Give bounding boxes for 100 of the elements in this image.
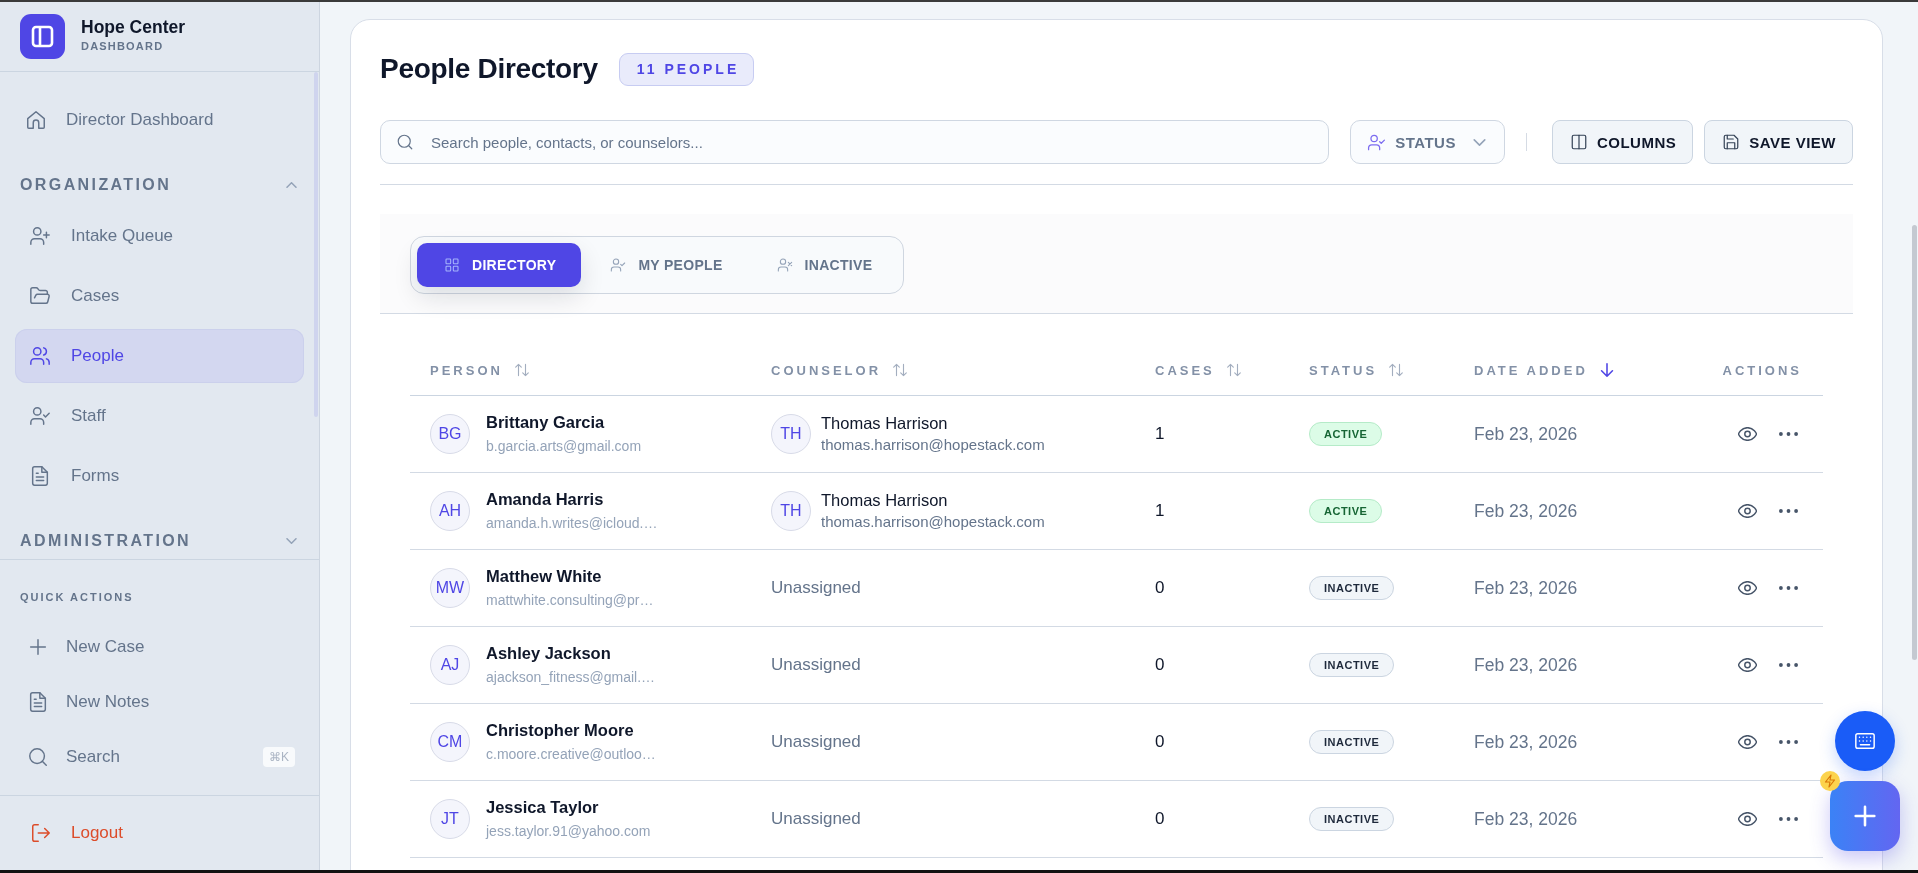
scrollbar[interactable]: [1912, 225, 1917, 660]
column-header[interactable]: COUNSELOR: [751, 362, 1135, 378]
column-header: ACTIONS: [1721, 362, 1803, 378]
counselor-text: Unassigned: [771, 809, 861, 829]
home-icon: [25, 109, 47, 131]
section-toggle[interactable]: ORGANIZATION: [20, 173, 297, 197]
section-toggle[interactable]: ADMINISTRATION: [20, 529, 297, 553]
ellipsis-icon: [1779, 509, 1798, 513]
logout-icon: [30, 822, 52, 844]
user-check-icon: [1367, 132, 1387, 152]
user-check-icon: [29, 405, 51, 427]
counselor-email: thomas.harrison@hopestack.com: [821, 512, 1045, 532]
quick-action[interactable]: New Case: [15, 624, 304, 669]
view-button[interactable]: [1738, 578, 1757, 598]
initials-avatar: AJ: [430, 645, 470, 685]
folder-icon: [29, 285, 51, 307]
case-count: 1: [1155, 501, 1165, 521]
search-icon: [396, 133, 414, 151]
document-icon: [29, 465, 51, 487]
status-tag: INACTIVE: [1309, 730, 1395, 754]
status-filter-dropdown[interactable]: STATUS: [1350, 120, 1505, 164]
view-tab[interactable]: DIRECTORY: [417, 243, 582, 287]
status-tag: INACTIVE: [1309, 576, 1395, 600]
date-added: Feb 23, 2026: [1474, 500, 1578, 522]
nav-item[interactable]: Director Dashboard: [15, 93, 304, 147]
view-button[interactable]: [1738, 732, 1757, 752]
eye-icon: [1738, 658, 1757, 672]
counselor-text: Unassigned: [771, 732, 861, 752]
date-added: Feb 23, 2026: [1474, 577, 1578, 599]
quick-action[interactable]: Search ⌘K: [15, 734, 304, 779]
user-x-icon: [776, 257, 793, 273]
ellipsis-icon: [1779, 817, 1798, 821]
ellipsis-icon: [1779, 663, 1798, 667]
eye-icon: [1738, 581, 1757, 595]
arrow-down-icon: [1599, 363, 1614, 377]
keyboard-icon: [1854, 730, 1876, 752]
quick-action[interactable]: New Notes: [15, 679, 304, 724]
view-tab[interactable]: MY PEOPLE: [583, 243, 748, 287]
shortcut-hint: ⌘K: [263, 746, 295, 767]
count-badge: 11 PEOPLE: [618, 52, 755, 86]
brand-title: Hope Center: [81, 17, 186, 37]
case-count: 0: [1155, 732, 1165, 752]
column-header[interactable]: CASES: [1135, 362, 1289, 378]
initials-avatar: AH: [430, 491, 470, 531]
view-tab[interactable]: INACTIVE: [749, 243, 898, 287]
document-icon: [27, 690, 49, 713]
lightning-icon: [1820, 771, 1840, 791]
nav-item[interactable]: Forms: [15, 449, 304, 503]
date-added: Feb 23, 2026: [1474, 731, 1578, 753]
initials-avatar: CM: [430, 722, 470, 762]
counselor-text: Unassigned: [771, 655, 861, 675]
column-header[interactable]: DATE ADDED: [1454, 362, 1673, 378]
status-tag: ACTIVE: [1309, 499, 1383, 523]
date-added: Feb 23, 2026: [1474, 808, 1578, 830]
ellipsis-icon: [1779, 740, 1798, 744]
eye-icon: [1738, 427, 1757, 441]
status-tag: INACTIVE: [1309, 653, 1395, 677]
view-button[interactable]: [1738, 501, 1757, 521]
view-button[interactable]: [1738, 655, 1757, 675]
search-field[interactable]: Search people, contacts, or counselors...: [380, 120, 1330, 164]
ellipsis-icon: [1779, 586, 1798, 590]
sort-icon: [1226, 363, 1241, 377]
ellipsis-icon: [1779, 432, 1798, 436]
eye-icon: [1738, 735, 1757, 749]
logout-link[interactable]: Logout: [15, 822, 123, 844]
view-button[interactable]: [1738, 424, 1757, 444]
chevron-down-icon: [1472, 138, 1486, 146]
person-name: Christopher Moore: [486, 720, 635, 740]
initials-avatar: TH: [771, 491, 811, 531]
case-count: 0: [1155, 578, 1165, 598]
toolbar-button[interactable]: SAVE VIEW: [1704, 120, 1853, 164]
column-header[interactable]: STATUS: [1289, 362, 1454, 378]
person-email: b.garcia.arts@gmail.com: [486, 437, 642, 456]
initials-avatar: BG: [430, 414, 470, 454]
nav-item[interactable]: Cases: [15, 269, 304, 323]
toolbar-button[interactable]: COLUMNS: [1551, 120, 1694, 164]
initials-avatar: TH: [771, 414, 811, 454]
section-title: QUICK ACTIONS: [20, 590, 135, 605]
view-button[interactable]: [1738, 809, 1757, 829]
brand-subtitle: DASHBOARD: [81, 39, 165, 53]
person-email: amanda.h.writes@icloud.…: [486, 514, 658, 533]
date-added: Feb 23, 2026: [1474, 654, 1578, 676]
counselor-name: Thomas Harrison: [821, 490, 949, 510]
nav-item[interactable]: Intake Queue: [15, 209, 304, 263]
person-name: Brittany Garcia: [486, 412, 606, 432]
sort-icon: [514, 363, 529, 377]
sort-icon: [893, 363, 908, 377]
nav-item[interactable]: People: [15, 329, 304, 383]
logo-icon: [20, 14, 65, 59]
case-count: 0: [1155, 809, 1165, 829]
counselor-text: Unassigned: [771, 578, 861, 598]
search-icon: [27, 745, 49, 768]
nav-item[interactable]: Staff: [15, 389, 304, 443]
add-button[interactable]: [1830, 781, 1900, 851]
columns-icon: [1569, 133, 1588, 151]
status-tag: ACTIVE: [1309, 422, 1383, 446]
column-header[interactable]: PERSON: [410, 362, 751, 378]
eye-icon: [1738, 812, 1757, 826]
initials-avatar: JT: [430, 799, 470, 839]
person-name: Matthew White: [486, 566, 603, 586]
